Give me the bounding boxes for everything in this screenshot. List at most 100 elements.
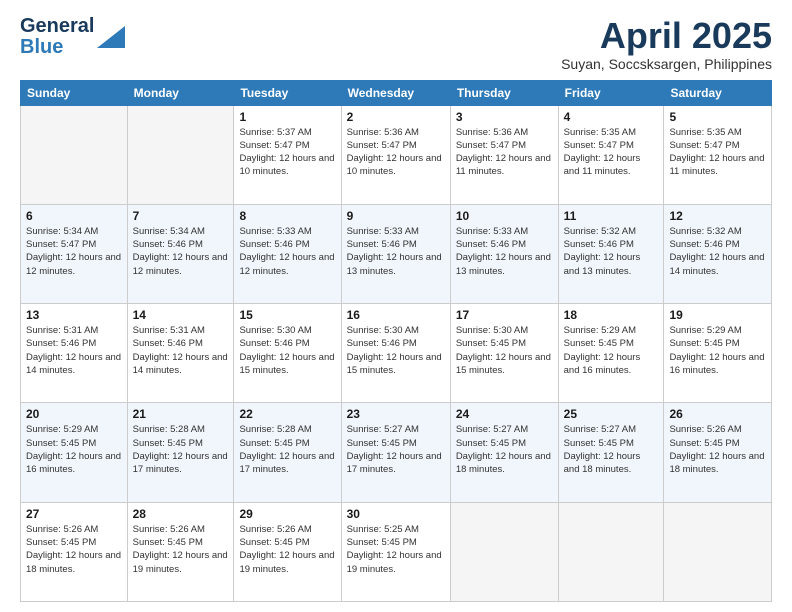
day-number: 16 — [347, 308, 445, 322]
day-info: Sunrise: 5:28 AM Sunset: 5:45 PM Dayligh… — [133, 423, 229, 476]
day-info: Sunrise: 5:29 AM Sunset: 5:45 PM Dayligh… — [669, 324, 766, 377]
day-info: Sunrise: 5:30 AM Sunset: 5:46 PM Dayligh… — [239, 324, 335, 377]
day-info: Sunrise: 5:26 AM Sunset: 5:45 PM Dayligh… — [239, 523, 335, 576]
table-row: 11Sunrise: 5:32 AM Sunset: 5:46 PM Dayli… — [558, 204, 664, 303]
table-row: 30 Sunrise: 5:25 AM Sunset: 5:45 PM Dayli… — [341, 502, 450, 601]
calendar-week-row: 1 Sunrise: 5:37 AM Sunset: 5:47 PM Daylig… — [21, 105, 772, 204]
day-info: Sunrise: 5:33 AM Sunset: 5:46 PM Dayligh… — [239, 225, 335, 278]
day-number: 24 — [456, 407, 553, 421]
day-info: Sunrise: 5:32 AM Sunset: 5:46 PM Dayligh… — [669, 225, 766, 278]
header-sunday: Sunday — [21, 80, 128, 105]
table-row: 6Sunrise: 5:34 AM Sunset: 5:47 PM Daylig… — [21, 204, 128, 303]
table-row: 2 Sunrise: 5:36 AM Sunset: 5:47 PM Daylig… — [341, 105, 450, 204]
day-number: 7 — [133, 209, 229, 223]
title-location: Suyan, Soccsksargen, Philippines — [561, 56, 772, 72]
table-row: 21 Sunrise: 5:28 AM Sunset: 5:45 PM Dayli… — [127, 403, 234, 502]
table-row: 14Sunrise: 5:31 AM Sunset: 5:46 PM Dayli… — [127, 304, 234, 403]
logo-general: General — [20, 15, 94, 37]
day-info: Sunrise: 5:31 AM Sunset: 5:46 PM Dayligh… — [26, 324, 122, 377]
day-info: Sunrise: 5:27 AM Sunset: 5:45 PM Dayligh… — [456, 423, 553, 476]
day-info: Sunrise: 5:29 AM Sunset: 5:45 PM Dayligh… — [26, 423, 122, 476]
day-info: Sunrise: 5:35 AM Sunset: 5:47 PM Dayligh… — [564, 126, 659, 179]
day-info: Sunrise: 5:25 AM Sunset: 5:45 PM Dayligh… — [347, 523, 445, 576]
day-number: 3 — [456, 110, 553, 124]
table-row: 17 Sunrise: 5:30 AM Sunset: 5:45 PM Dayli… — [450, 304, 558, 403]
table-row: 5Sunrise: 5:35 AM Sunset: 5:47 PM Daylig… — [664, 105, 772, 204]
day-info: Sunrise: 5:32 AM Sunset: 5:46 PM Dayligh… — [564, 225, 659, 278]
table-row: 28 Sunrise: 5:26 AM Sunset: 5:45 PM Dayli… — [127, 502, 234, 601]
day-info: Sunrise: 5:33 AM Sunset: 5:46 PM Dayligh… — [347, 225, 445, 278]
day-number: 8 — [239, 209, 335, 223]
table-row: 25 Sunrise: 5:27 AM Sunset: 5:45 PM Dayli… — [558, 403, 664, 502]
day-number: 26 — [669, 407, 766, 421]
table-row: 13 Sunrise: 5:31 AM Sunset: 5:46 PM Dayli… — [21, 304, 128, 403]
header-thursday: Thursday — [450, 80, 558, 105]
day-info: Sunrise: 5:26 AM Sunset: 5:45 PM Dayligh… — [133, 523, 229, 576]
day-number: 21 — [133, 407, 229, 421]
day-number: 15 — [239, 308, 335, 322]
table-row: 24 Sunrise: 5:27 AM Sunset: 5:45 PM Dayli… — [450, 403, 558, 502]
table-row: 8 Sunrise: 5:33 AM Sunset: 5:46 PM Daylig… — [234, 204, 341, 303]
day-info: Sunrise: 5:27 AM Sunset: 5:45 PM Dayligh… — [564, 423, 659, 476]
table-row: 12Sunrise: 5:32 AM Sunset: 5:46 PM Dayli… — [664, 204, 772, 303]
day-number: 27 — [26, 507, 122, 521]
day-info: Sunrise: 5:26 AM Sunset: 5:45 PM Dayligh… — [669, 423, 766, 476]
table-row: 3Sunrise: 5:36 AM Sunset: 5:47 PM Daylig… — [450, 105, 558, 204]
day-number: 6 — [26, 209, 122, 223]
header-tuesday: Tuesday — [234, 80, 341, 105]
day-number: 23 — [347, 407, 445, 421]
day-info: Sunrise: 5:30 AM Sunset: 5:46 PM Dayligh… — [347, 324, 445, 377]
table-row: 20 Sunrise: 5:29 AM Sunset: 5:45 PM Dayli… — [21, 403, 128, 502]
day-number: 22 — [239, 407, 335, 421]
calendar-week-row: 6Sunrise: 5:34 AM Sunset: 5:47 PM Daylig… — [21, 204, 772, 303]
table-row — [450, 502, 558, 601]
day-info: Sunrise: 5:37 AM Sunset: 5:47 PM Dayligh… — [239, 126, 335, 179]
day-info: Sunrise: 5:36 AM Sunset: 5:47 PM Dayligh… — [347, 126, 445, 179]
day-number: 4 — [564, 110, 659, 124]
day-number: 5 — [669, 110, 766, 124]
day-number: 1 — [239, 110, 335, 124]
day-number: 19 — [669, 308, 766, 322]
day-number: 13 — [26, 308, 122, 322]
table-row: 26 Sunrise: 5:26 AM Sunset: 5:45 PM Dayli… — [664, 403, 772, 502]
title-month: April 2025 — [561, 16, 772, 56]
table-row: 4 Sunrise: 5:35 AM Sunset: 5:47 PM Daylig… — [558, 105, 664, 204]
day-number: 2 — [347, 110, 445, 124]
day-number: 28 — [133, 507, 229, 521]
page: General Blue April 2025 Suyan, Soccsksar… — [0, 0, 792, 612]
day-number: 30 — [347, 507, 445, 521]
table-row: 10 Sunrise: 5:33 AM Sunset: 5:46 PM Dayli… — [450, 204, 558, 303]
table-row — [127, 105, 234, 204]
day-number: 17 — [456, 308, 553, 322]
table-row: 22Sunrise: 5:28 AM Sunset: 5:45 PM Dayli… — [234, 403, 341, 502]
day-info: Sunrise: 5:26 AM Sunset: 5:45 PM Dayligh… — [26, 523, 122, 576]
table-row: 7Sunrise: 5:34 AM Sunset: 5:46 PM Daylig… — [127, 204, 234, 303]
calendar-week-row: 27 Sunrise: 5:26 AM Sunset: 5:45 PM Dayli… — [21, 502, 772, 601]
logo: General Blue — [20, 16, 125, 58]
day-number: 9 — [347, 209, 445, 223]
day-number: 20 — [26, 407, 122, 421]
day-info: Sunrise: 5:33 AM Sunset: 5:46 PM Dayligh… — [456, 225, 553, 278]
day-number: 18 — [564, 308, 659, 322]
table-row: 27 Sunrise: 5:26 AM Sunset: 5:45 PM Dayli… — [21, 502, 128, 601]
table-row — [21, 105, 128, 204]
table-row: 9 Sunrise: 5:33 AM Sunset: 5:46 PM Daylig… — [341, 204, 450, 303]
header: General Blue April 2025 Suyan, Soccsksar… — [20, 16, 772, 72]
day-info: Sunrise: 5:29 AM Sunset: 5:45 PM Dayligh… — [564, 324, 659, 377]
logo-icon — [97, 26, 125, 48]
header-monday: Monday — [127, 80, 234, 105]
table-row: 18 Sunrise: 5:29 AM Sunset: 5:45 PM Dayli… — [558, 304, 664, 403]
table-row: 16 Sunrise: 5:30 AM Sunset: 5:46 PM Dayli… — [341, 304, 450, 403]
calendar-week-row: 13 Sunrise: 5:31 AM Sunset: 5:46 PM Dayli… — [21, 304, 772, 403]
calendar-week-row: 20 Sunrise: 5:29 AM Sunset: 5:45 PM Dayli… — [21, 403, 772, 502]
calendar-header-row: Sunday Monday Tuesday Wednesday Thursday… — [21, 80, 772, 105]
day-info: Sunrise: 5:30 AM Sunset: 5:45 PM Dayligh… — [456, 324, 553, 377]
day-number: 10 — [456, 209, 553, 223]
title-block: April 2025 Suyan, Soccsksargen, Philippi… — [561, 16, 772, 72]
header-wednesday: Wednesday — [341, 80, 450, 105]
table-row: 1 Sunrise: 5:37 AM Sunset: 5:47 PM Daylig… — [234, 105, 341, 204]
header-friday: Friday — [558, 80, 664, 105]
day-number: 25 — [564, 407, 659, 421]
day-info: Sunrise: 5:31 AM Sunset: 5:46 PM Dayligh… — [133, 324, 229, 377]
table-row — [558, 502, 664, 601]
